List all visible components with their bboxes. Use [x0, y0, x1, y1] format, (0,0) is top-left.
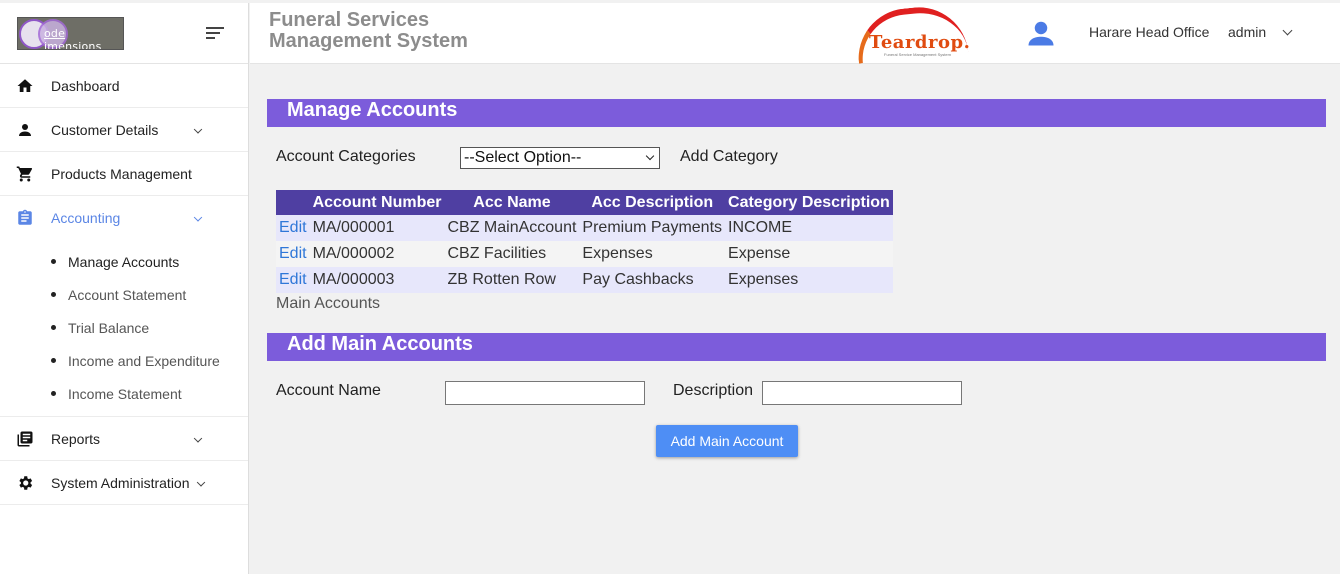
gear-icon [19, 475, 33, 490]
description-label: Description [673, 382, 754, 399]
bullet-icon [51, 391, 56, 396]
submenu-item-income-statement[interactable]: Income Statement [0, 377, 248, 410]
cell-account-number: MA/000002 [309, 241, 445, 267]
cell-acc-name: ZB Rotten Row [444, 267, 580, 293]
cell-account-number: MA/000003 [309, 267, 445, 293]
add-category-link[interactable]: Add Category [680, 148, 778, 166]
chevron-down-icon [196, 477, 206, 487]
app-title-line2: Management System [269, 30, 468, 52]
user-avatar-icon[interactable] [1026, 18, 1056, 48]
description-input[interactable] [762, 381, 962, 405]
submenu-item-income-and-expenditure[interactable]: Income and Expenditure [0, 344, 248, 377]
submenu-item-manage-accounts[interactable]: Manage Accounts [0, 245, 248, 278]
logo-text: ode imensions [44, 27, 102, 50]
submenu-item-trial-balance[interactable]: Trial Balance [0, 311, 248, 344]
cell-acc-name: CBZ Facilities [444, 241, 580, 267]
sidebar-item-label: System Administration [51, 474, 190, 491]
submenu-item-account-statement[interactable]: Account Statement [0, 278, 248, 311]
top-header: Funeral Services Management System Teard… [250, 2, 1340, 64]
chevron-down-icon [193, 213, 203, 222]
person-icon [19, 123, 31, 136]
sidebar-item-accounting[interactable]: Accounting [0, 196, 248, 240]
brand-name: Teardrop. [869, 32, 971, 53]
sidebar-item-reports[interactable]: Reports [0, 417, 248, 461]
sidebar-item-customer-details[interactable]: Customer Details [0, 108, 248, 152]
select-value: --Select Option-- [464, 149, 582, 166]
table-row: Edit MA/000001 CBZ MainAccount Premium P… [276, 215, 893, 241]
account-category-select[interactable]: --Select Option-- [460, 147, 660, 169]
document-icon [17, 431, 33, 446]
chevron-down-icon[interactable] [1282, 25, 1293, 36]
sidebar-item-label: Reports [51, 430, 101, 447]
home-icon [17, 78, 33, 92]
brand-logo: Teardrop. Funeral Service Management Sys… [853, 2, 982, 64]
sidebar-item-label: Products Management [51, 165, 192, 182]
cell-acc-name: CBZ MainAccount [444, 215, 580, 241]
table-caption: Main Accounts [276, 295, 381, 312]
cell-acc-description: Premium Payments [579, 215, 726, 241]
chevron-down-icon [193, 124, 203, 134]
cell-acc-description: Expenses [579, 241, 726, 267]
chevron-down-icon [193, 433, 203, 443]
cart-icon [16, 166, 33, 181]
bullet-icon [51, 358, 56, 363]
accounts-table: Account Number Acc Name Acc Description … [276, 190, 893, 293]
cell-category-description: Expense [725, 241, 893, 267]
sidebar-item-dashboard[interactable]: Dashboard [0, 64, 248, 108]
logo-row: ode imensions [0, 3, 248, 64]
submenu-item-label: Manage Accounts [68, 253, 180, 270]
menu-toggle-icon[interactable] [206, 25, 226, 41]
cell-acc-description: Pay Cashbacks [579, 267, 726, 293]
cell-category-description: Expenses [725, 267, 893, 293]
edit-link[interactable]: Edit [276, 215, 310, 241]
column-header-edit [276, 190, 310, 215]
company-logo[interactable]: ode imensions [17, 17, 124, 50]
submenu-item-label: Income Statement [68, 385, 182, 402]
sidebar: ode imensions Dashboard Customer Details… [0, 3, 249, 574]
column-header: Category Description [725, 190, 893, 215]
column-header: Acc Description [579, 190, 726, 215]
account-categories-label: Account Categories [276, 148, 416, 165]
sidebar-item-label: Accounting [51, 210, 121, 226]
bullet-icon [51, 259, 56, 264]
brand-tagline: Funeral Service Management System [884, 52, 951, 57]
cell-category-description: INCOME [725, 215, 893, 241]
submenu-item-label: Account Statement [68, 286, 187, 303]
office-name: Harare Head Office [1089, 24, 1210, 40]
clipboard-icon [18, 209, 32, 225]
user-menu[interactable]: admin [1228, 24, 1266, 40]
column-header: Acc Name [444, 190, 580, 215]
section-header-manage-accounts: Manage Accounts [267, 99, 1326, 127]
section-header-add-main-accounts: Add Main Accounts [267, 333, 1326, 361]
table-header-row: Account Number Acc Name Acc Description … [276, 190, 893, 215]
submenu-item-label: Income and Expenditure [68, 352, 220, 369]
sidebar-item-system-administration[interactable]: System Administration [0, 461, 248, 505]
accounting-submenu: Manage Accounts Account Statement Trial … [0, 240, 248, 417]
account-name-input[interactable] [445, 381, 645, 405]
add-main-account-button[interactable]: Add Main Account [656, 425, 798, 457]
account-name-label: Account Name [276, 382, 381, 399]
submenu-item-label: Trial Balance [68, 319, 150, 336]
sidebar-item-label: Dashboard [51, 77, 120, 94]
app-title: Funeral Services Management System [269, 10, 468, 52]
column-header: Account Number [309, 190, 445, 215]
table-row: Edit MA/000003 ZB Rotten Row Pay Cashbac… [276, 267, 893, 293]
edit-link[interactable]: Edit [276, 267, 310, 293]
bullet-icon [51, 325, 56, 330]
bullet-icon [51, 292, 56, 297]
chevron-down-icon [645, 151, 655, 161]
sidebar-item-products-management[interactable]: Products Management [0, 152, 248, 196]
app-title-line1: Funeral Services [269, 9, 430, 31]
edit-link[interactable]: Edit [276, 241, 310, 267]
table-row: Edit MA/000002 CBZ Facilities Expenses E… [276, 241, 893, 267]
cell-account-number: MA/000001 [309, 215, 445, 241]
sidebar-item-label: Customer Details [51, 121, 159, 138]
